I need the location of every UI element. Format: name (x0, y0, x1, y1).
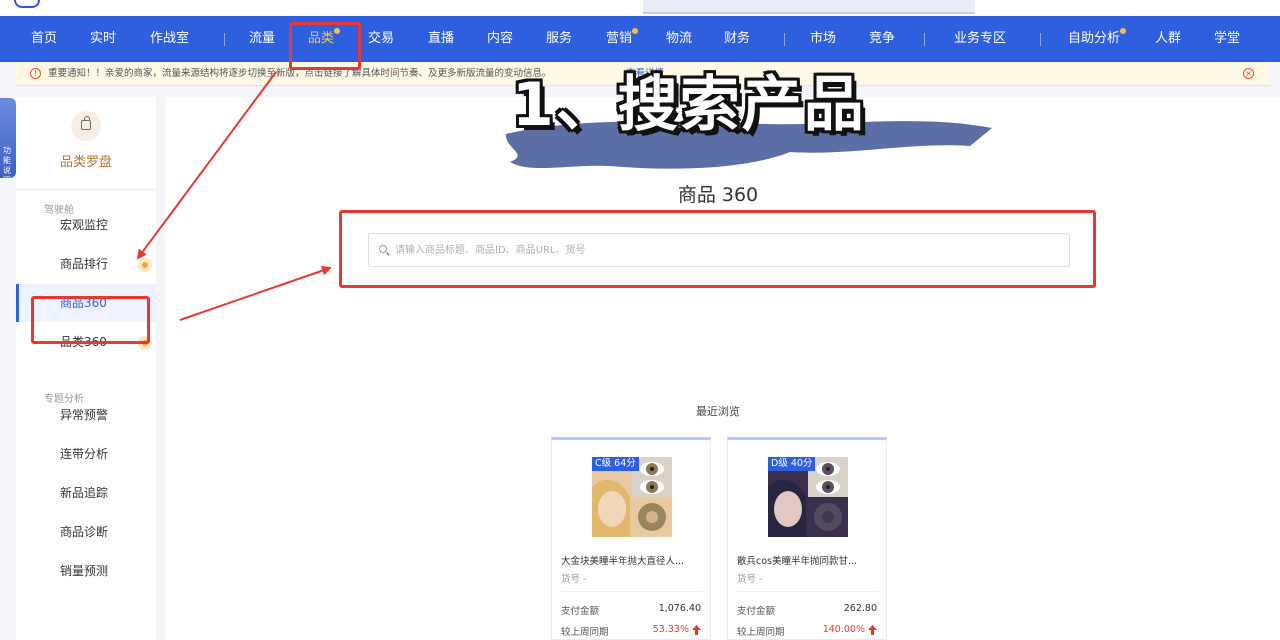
tutorial-step-title: 1、搜索产品 (512, 70, 866, 140)
pay-amount-value: 1,076.40 (658, 603, 701, 614)
nav-new-dot (632, 28, 638, 34)
product-grade-tag: C级 64分 (592, 457, 639, 471)
nav-item-3[interactable]: 流量 (249, 16, 275, 62)
nav-item-6[interactable]: 直播 (428, 16, 454, 62)
sidebar-item-label: 连带分析 (60, 447, 109, 461)
product-thumbnail[interactable]: D级 40分 (768, 457, 848, 537)
compare-value: 140.00% (822, 624, 865, 635)
product-grade-tag: D级 40分 (768, 457, 816, 471)
nav-separator (924, 33, 925, 46)
arrow-up-icon (692, 625, 701, 635)
sidebar-item-0-1[interactable]: 商品排行 (16, 245, 156, 283)
nav-item-7[interactable]: 内容 (487, 16, 513, 62)
page-title: 商品 360 (677, 184, 759, 206)
sidebar-item-1-3[interactable]: 商品诊断 (16, 513, 156, 551)
nav-item-1[interactable]: 实时 (90, 16, 116, 62)
sidebar-item-label: 销量预测 (60, 564, 109, 578)
card-divider (561, 591, 703, 592)
recent-browse-title: 最近浏览 (696, 405, 740, 418)
top-search-band (643, 0, 975, 14)
sidebar-item-1-1[interactable]: 连带分析 (16, 435, 156, 473)
nav-separator (1040, 33, 1041, 46)
highlight-nav-category (289, 22, 361, 70)
recent-product-card[interactable]: C级 64分大金块美瞳半年抛大直径人... 货号 - 支付金额 1,076.40 较上周… (551, 437, 711, 640)
compare-value: 53.33% (652, 624, 689, 635)
nav-item-13[interactable]: 竞争 (869, 16, 895, 62)
main-panel (165, 97, 1280, 640)
close-icon[interactable]: × (1243, 68, 1254, 79)
sidebar-title: 品类罗盘 (59, 155, 112, 170)
sidebar-item-label: 商品诊断 (60, 525, 109, 539)
nav-item-5[interactable]: 交易 (368, 16, 394, 62)
warning-icon: ! (30, 68, 41, 79)
nav-item-17[interactable]: 学堂 (1214, 16, 1240, 62)
top-strip (0, 0, 1280, 16)
nav-item-14[interactable]: 业务专区 (954, 16, 1006, 62)
sidebar-item-1-2[interactable]: 新品追踪 (16, 474, 156, 512)
nav-separator (224, 33, 225, 46)
sidebar-item-label: 新品追踪 (60, 486, 109, 500)
highlight-search-box (339, 210, 1096, 288)
arrow-up-icon (868, 625, 877, 635)
nav-item-16[interactable]: 人群 (1155, 16, 1181, 62)
sidebar-item-0-0[interactable]: 宏观监控 (16, 206, 156, 244)
product-thumbnail[interactable]: C级 64分 (592, 457, 672, 537)
product-sku: 货号 - (561, 574, 587, 585)
sidebar-hot-badge-icon (138, 258, 152, 272)
highlight-sidebar-product360 (31, 296, 150, 344)
sidebar: 品类罗盘 驾驶舱 宏观监控 商品排行 商品360 品类360 专题分析 异常预警 连带分析 新品… (16, 97, 156, 640)
recent-product-card[interactable]: D级 40分散兵cos美瞳半年抛同款甘... 货号 - 支付金额 262.80 较上周同… (727, 437, 887, 640)
compare-label: 较上周同期 (561, 627, 609, 638)
card-divider (737, 591, 879, 592)
logo-fragment (14, 0, 40, 8)
sidebar-item-label: 商品排行 (60, 257, 109, 271)
nav-item-0[interactable]: 首页 (31, 16, 57, 62)
sidebar-item-label: 宏观监控 (60, 218, 109, 232)
product-title[interactable]: 散兵cos美瞳半年抛同款甘... (737, 553, 879, 567)
shopping-bag-icon (81, 116, 91, 130)
nav-item-2[interactable]: 作战室 (150, 16, 189, 62)
sidebar-item-1-4[interactable]: 销量预测 (16, 552, 156, 590)
pay-amount-label: 支付金额 (737, 606, 776, 617)
compare-label: 较上周同期 (737, 627, 785, 638)
product-title[interactable]: 大金块美瞳半年抛大直径人... (561, 553, 703, 567)
pay-amount-value: 262.80 (843, 603, 877, 614)
nav-new-dot (1120, 28, 1126, 34)
nav-separator (784, 33, 785, 46)
nav-item-15[interactable]: 自助分析 (1068, 16, 1120, 62)
product-sku: 货号 - (737, 574, 763, 585)
pay-amount-label: 支付金额 (561, 606, 600, 617)
